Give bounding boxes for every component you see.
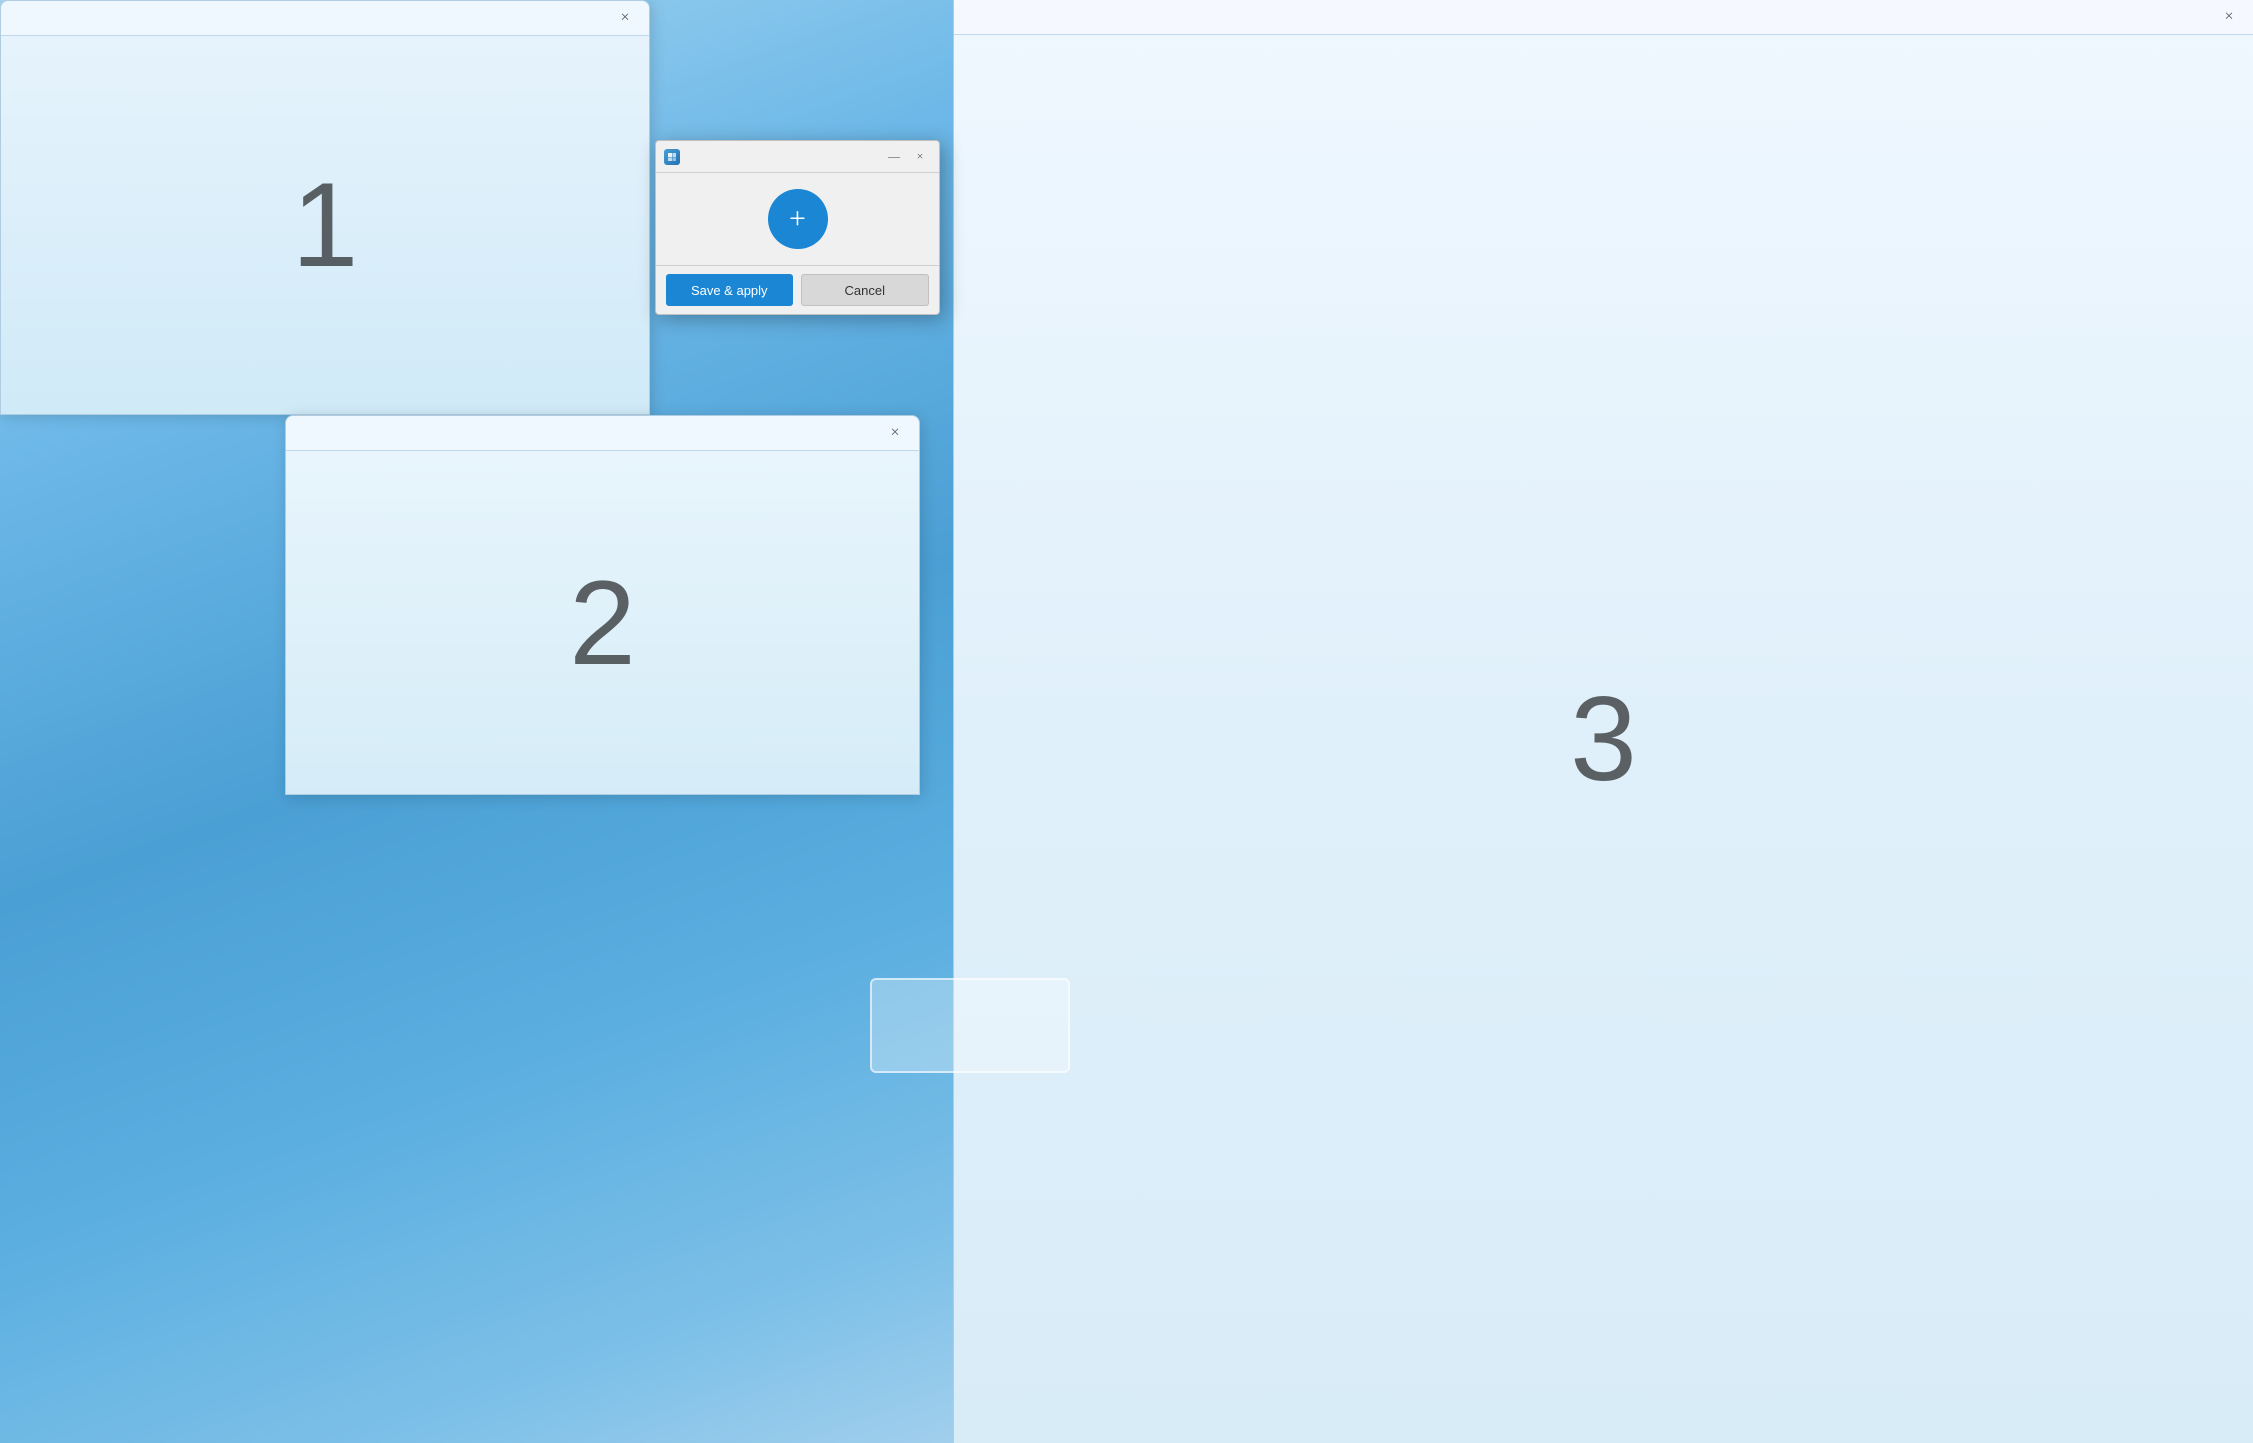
window-3-content: 3 [954,35,2253,1443]
dialog-body: + [656,173,939,265]
window-2-content: 2 [286,451,919,794]
window-3-titlebar: × [954,0,2253,35]
window-2-close-button[interactable]: × [881,419,909,447]
plus-icon: + [789,204,806,234]
dialog-titlebar-controls: — × [883,146,931,168]
window-1-content: 1 [1,36,649,414]
dialog-footer: Save & apply Cancel [656,265,939,314]
window-1-number: 1 [292,156,359,294]
dialog-titlebar: — × [656,141,939,173]
window-3-close-button[interactable]: × [2215,3,2243,31]
window-3-number: 3 [1570,670,1637,808]
window-2: × 2 [285,415,920,795]
dialog-app-icon [664,149,680,165]
window-1-close-button[interactable]: × [611,4,639,32]
window-1: × 1 [0,0,650,415]
window-2-number: 2 [569,554,636,692]
dialog-close-button[interactable]: × [909,146,931,168]
snap-layout-indicator [870,978,1070,1073]
add-virtual-desktop-button[interactable]: + [768,189,828,249]
dialog-title-left [664,149,680,165]
cancel-button[interactable]: Cancel [801,274,930,306]
save-apply-button[interactable]: Save & apply [666,274,793,306]
window-3: × 3 [953,0,2253,1443]
dialog-minimize-button[interactable]: — [883,146,905,168]
dialog-window: — × + Save & apply Cancel [655,140,940,315]
desktop: ♻ Recycle Bin [0,0,2253,1443]
window-1-titlebar: × [1,1,649,36]
window-2-titlebar: × [286,416,919,451]
